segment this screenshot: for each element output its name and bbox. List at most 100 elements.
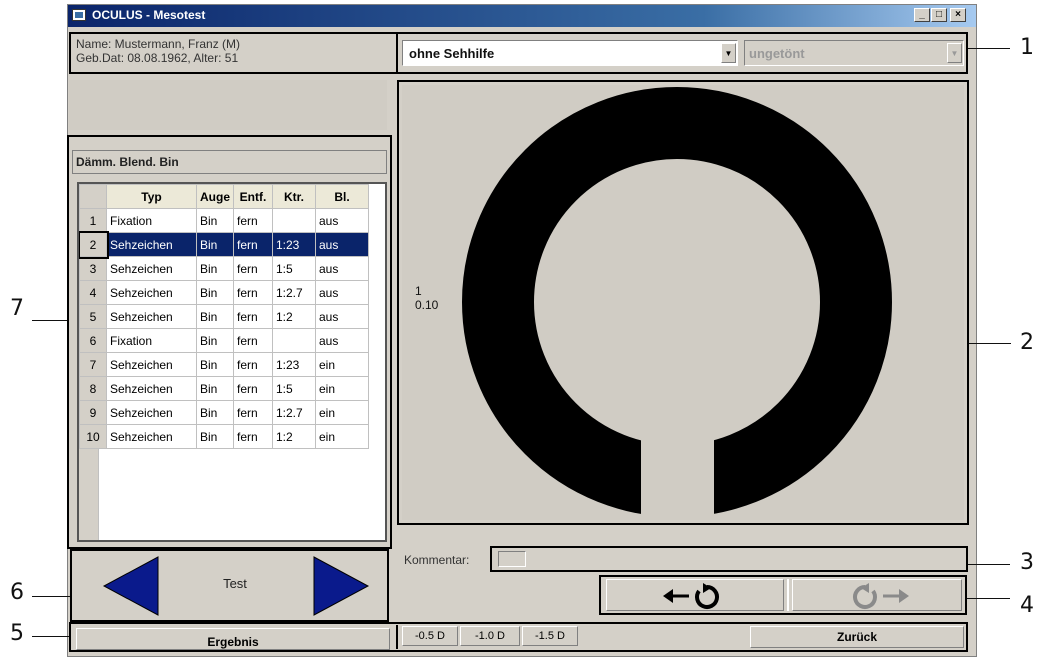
table-cell[interactable]: 1:23 [272, 352, 316, 377]
table-row[interactable]: 4 Sehzeichen Bin fern 1:2.7 aus [79, 280, 369, 305]
column-header-bl[interactable]: Bl. [315, 184, 369, 209]
comment-panel [490, 546, 968, 572]
table-cell[interactable]: 1:23 [272, 232, 316, 257]
table-cell[interactable]: fern [233, 328, 273, 353]
table-cell[interactable]: Bin [196, 328, 234, 353]
table-cell[interactable]: aus [315, 280, 369, 305]
row-number[interactable]: 3 [79, 256, 107, 281]
table-cell[interactable]: ein [315, 400, 369, 425]
table-row[interactable]: 2 Sehzeichen Bin fern 1:23 aus [79, 230, 369, 259]
table-row[interactable]: 10 Sehzeichen Bin fern 1:2 ein [79, 424, 369, 449]
table-cell[interactable]: Bin [196, 376, 234, 401]
table-cell[interactable]: Sehzeichen [106, 376, 197, 401]
table-cell[interactable]: 1:5 [272, 256, 316, 281]
column-header-ktr[interactable]: Ktr. [272, 184, 316, 209]
correction-select[interactable]: ohne Sehhilfe ▼ [402, 40, 738, 66]
table-cell[interactable]: aus [315, 256, 369, 281]
table-cell[interactable]: fern [233, 256, 273, 281]
table-cell[interactable]: ein [315, 424, 369, 449]
table-cell[interactable]: Sehzeichen [106, 232, 197, 257]
diopter-minus-10-button[interactable]: -1.0 D [460, 626, 520, 646]
callout-line-2 [969, 343, 1011, 344]
diopter-minus-15-button[interactable]: -1.5 D [522, 626, 578, 646]
test-grid[interactable]: Typ Auge Entf. Ktr. Bl. 1 Fixation Bin fern… [79, 184, 369, 449]
table-cell[interactable]: Bin [196, 424, 234, 449]
patient-name: Name: Mustermann, Franz (M) [76, 37, 241, 51]
row-number[interactable]: 1 [79, 208, 107, 233]
close-button[interactable]: × [950, 8, 966, 22]
table-cell[interactable]: aus [315, 232, 369, 257]
row-number[interactable]: 5 [79, 304, 107, 329]
table-cell[interactable] [272, 328, 316, 353]
rotate-left-button[interactable] [606, 579, 784, 611]
bottom-divider [396, 625, 398, 649]
table-cell[interactable]: Sehzeichen [106, 256, 197, 281]
table-cell[interactable]: ein [315, 376, 369, 401]
comment-input[interactable] [498, 551, 526, 567]
table-cell[interactable]: fern [233, 232, 273, 257]
column-header-entf[interactable]: Entf. [233, 184, 273, 209]
table-cell[interactable]: Bin [196, 304, 234, 329]
back-button[interactable]: Zurück [750, 626, 964, 648]
table-cell[interactable]: Bin [196, 208, 234, 233]
chevron-down-icon[interactable]: ▼ [721, 43, 736, 63]
result-button[interactable]: Ergebnis [76, 628, 390, 650]
table-row[interactable]: 3 Sehzeichen Bin fern 1:5 aus [79, 256, 369, 281]
table-row[interactable]: 5 Sehzeichen Bin fern 1:2 aus [79, 304, 369, 329]
next-arrow-icon[interactable] [312, 556, 370, 616]
column-header-auge[interactable]: Auge [196, 184, 234, 209]
minimize-button[interactable]: _ [914, 8, 930, 22]
column-header-typ[interactable]: Typ [106, 184, 197, 209]
table-cell[interactable]: fern [233, 352, 273, 377]
row-number[interactable]: 8 [79, 376, 107, 401]
table-cell[interactable]: fern [233, 208, 273, 233]
table-cell[interactable]: Sehzeichen [106, 304, 197, 329]
table-cell[interactable]: 1:2.7 [272, 400, 316, 425]
table-row[interactable]: 9 Sehzeichen Bin fern 1:2.7 ein [79, 400, 369, 425]
table-cell[interactable]: Bin [196, 352, 234, 377]
row-number[interactable]: 10 [79, 424, 107, 449]
table-cell[interactable]: fern [233, 400, 273, 425]
table-cell[interactable]: Sehzeichen [106, 400, 197, 425]
table-cell[interactable]: Bin [196, 400, 234, 425]
table-cell[interactable]: 1:2 [272, 304, 316, 329]
table-cell[interactable]: 1:5 [272, 376, 316, 401]
test-table[interactable]: Typ Auge Entf. Ktr. Bl. 1 Fixation Bin fern… [77, 182, 387, 542]
table-cell[interactable]: Fixation [106, 208, 197, 233]
table-row[interactable]: 1 Fixation Bin fern aus [79, 208, 369, 233]
callout-3: 3 [1020, 550, 1034, 575]
test-label: Test [223, 576, 247, 591]
table-cell[interactable]: Bin [196, 256, 234, 281]
previous-arrow-icon[interactable] [102, 556, 160, 616]
row-number[interactable]: 2 [79, 230, 109, 259]
callout-1: 1 [1020, 35, 1034, 60]
row-number[interactable]: 4 [79, 280, 107, 305]
table-cell[interactable]: fern [233, 376, 273, 401]
rotate-divider [787, 579, 789, 611]
table-cell[interactable]: fern [233, 304, 273, 329]
table-cell[interactable]: fern [233, 280, 273, 305]
table-cell[interactable]: Sehzeichen [106, 352, 197, 377]
row-number[interactable]: 7 [79, 352, 107, 377]
table-cell[interactable]: 1:2 [272, 424, 316, 449]
table-cell[interactable]: 1:2.7 [272, 280, 316, 305]
table-cell[interactable]: Sehzeichen [106, 424, 197, 449]
table-cell[interactable]: fern [233, 424, 273, 449]
maximize-button[interactable]: □ [931, 8, 947, 22]
row-number[interactable]: 9 [79, 400, 107, 425]
table-cell[interactable]: ein [315, 352, 369, 377]
table-cell[interactable]: Bin [196, 280, 234, 305]
table-cell[interactable]: Fixation [106, 328, 197, 353]
table-row[interactable]: 7 Sehzeichen Bin fern 1:23 ein [79, 352, 369, 377]
table-row[interactable]: 6 Fixation Bin fern aus [79, 328, 369, 353]
table-cell[interactable] [272, 208, 316, 233]
table-cell[interactable]: aus [315, 304, 369, 329]
diopter-minus-05-button[interactable]: -0.5 D [402, 626, 458, 646]
table-cell[interactable]: Bin [196, 232, 234, 257]
callout-line-4 [967, 598, 1010, 599]
table-cell[interactable]: Sehzeichen [106, 280, 197, 305]
table-cell[interactable]: aus [315, 208, 369, 233]
table-cell[interactable]: aus [315, 328, 369, 353]
row-number[interactable]: 6 [79, 328, 107, 353]
table-row[interactable]: 8 Sehzeichen Bin fern 1:5 ein [79, 376, 369, 401]
